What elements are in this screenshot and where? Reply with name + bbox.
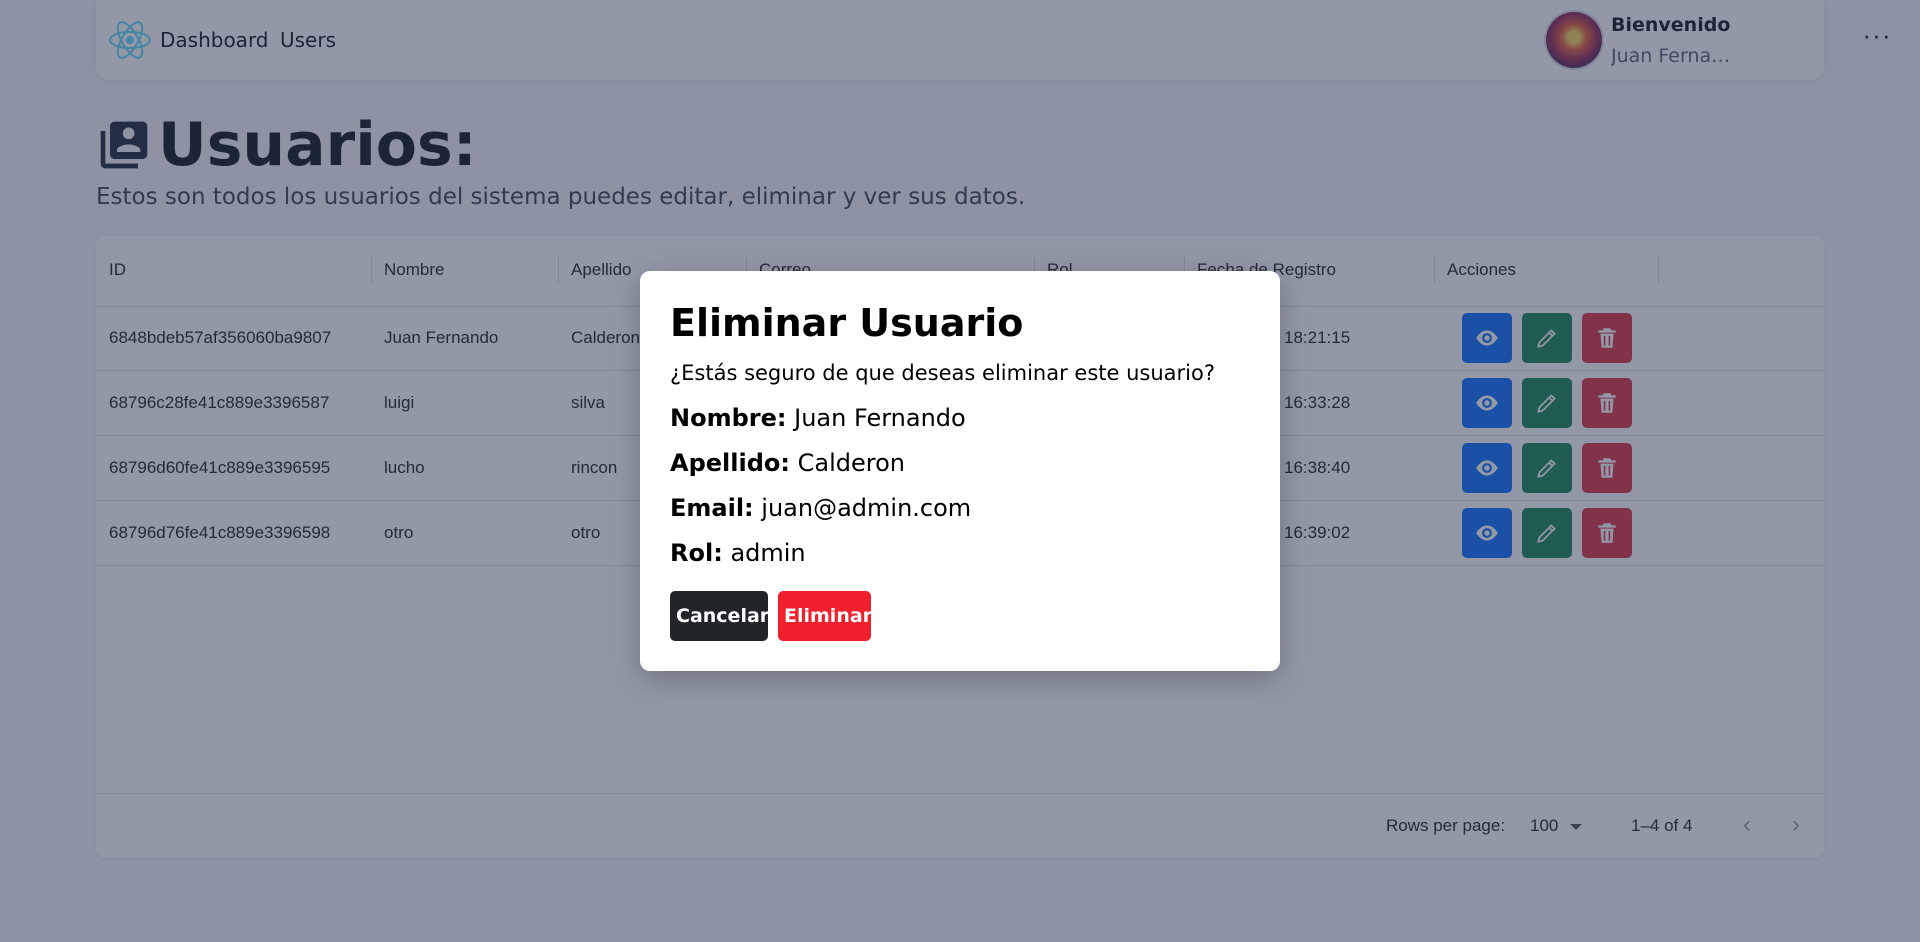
page: Dashboard Users Bienvenido Juan Fernando… xyxy=(0,0,1920,942)
field-value: Calderon xyxy=(797,449,905,477)
field-label: Nombre: xyxy=(670,404,787,432)
dialog-title: Eliminar Usuario xyxy=(670,301,1024,345)
confirm-delete-button[interactable]: Eliminar xyxy=(778,591,872,641)
dialog-field-email: Email: juan@admin.com xyxy=(670,494,971,522)
field-label: Apellido: xyxy=(670,449,790,477)
field-value: admin xyxy=(730,539,806,567)
dialog-field-apellido: Apellido: Calderon xyxy=(670,449,905,477)
dialog-question: ¿Estás seguro de que deseas eliminar est… xyxy=(670,361,1215,385)
field-label: Rol: xyxy=(670,539,723,567)
dialog-field-nombre: Nombre: Juan Fernando xyxy=(670,404,966,432)
field-value: Juan Fernando xyxy=(794,404,966,432)
cancel-button[interactable]: Cancelar xyxy=(670,591,769,641)
field-value: juan@admin.com xyxy=(761,494,972,522)
dialog-field-rol: Rol: admin xyxy=(670,539,806,567)
field-label: Email: xyxy=(670,494,754,522)
delete-user-dialog: Eliminar Usuario ¿Estás seguro de que de… xyxy=(640,271,1280,671)
